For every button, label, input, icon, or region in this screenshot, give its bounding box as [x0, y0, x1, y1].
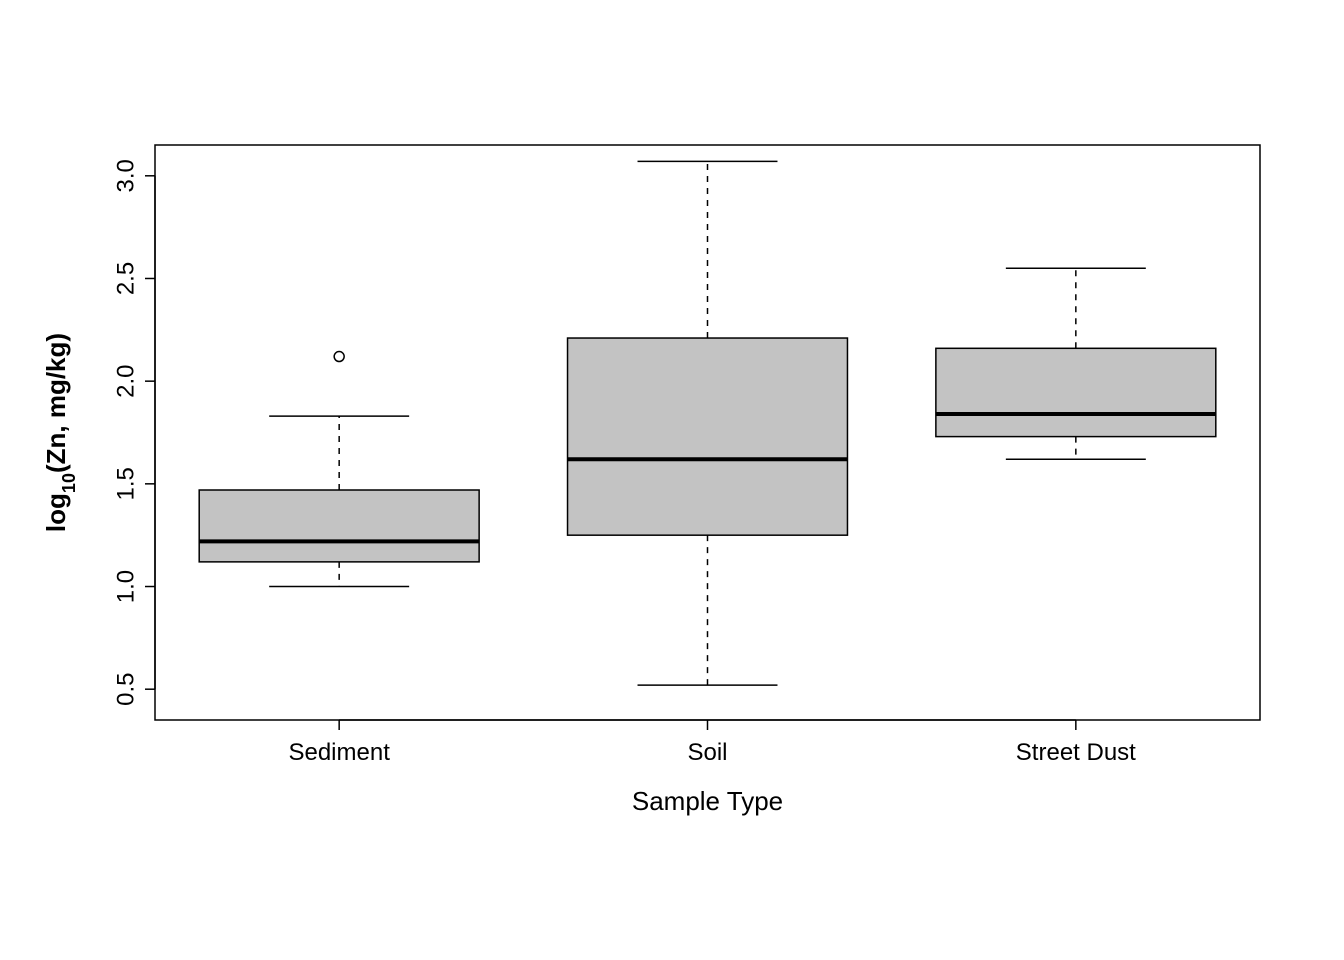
x-tick-label: Sediment: [288, 739, 390, 766]
box: [936, 348, 1216, 436]
y-tick-label: 1.5: [112, 467, 139, 500]
x-tick-label: Street Dust: [1016, 739, 1136, 766]
y-axis-label: log10(Zn, mg/kg): [41, 333, 79, 532]
box: [568, 338, 848, 535]
chart-container: 0.5 1.0 1.5 2.0 2.5 3.0 Sediment Soil Street Dus…: [0, 0, 1344, 960]
y-tick-label: 3.0: [112, 159, 139, 192]
box: [199, 490, 479, 562]
x-axis-label: Sample Type: [632, 786, 783, 816]
x-tick-label: Soil: [687, 739, 727, 766]
y-tick-label: 2.5: [112, 262, 139, 295]
y-tick-label: 0.5: [112, 673, 139, 706]
y-tick-label: 2.0: [112, 364, 139, 397]
outlier-point: [334, 352, 344, 362]
boxplot-svg: 0.5 1.0 1.5 2.0 2.5 3.0 Sediment Soil Street Dus…: [0, 0, 1344, 960]
y-tick-label: 1.0: [112, 570, 139, 603]
